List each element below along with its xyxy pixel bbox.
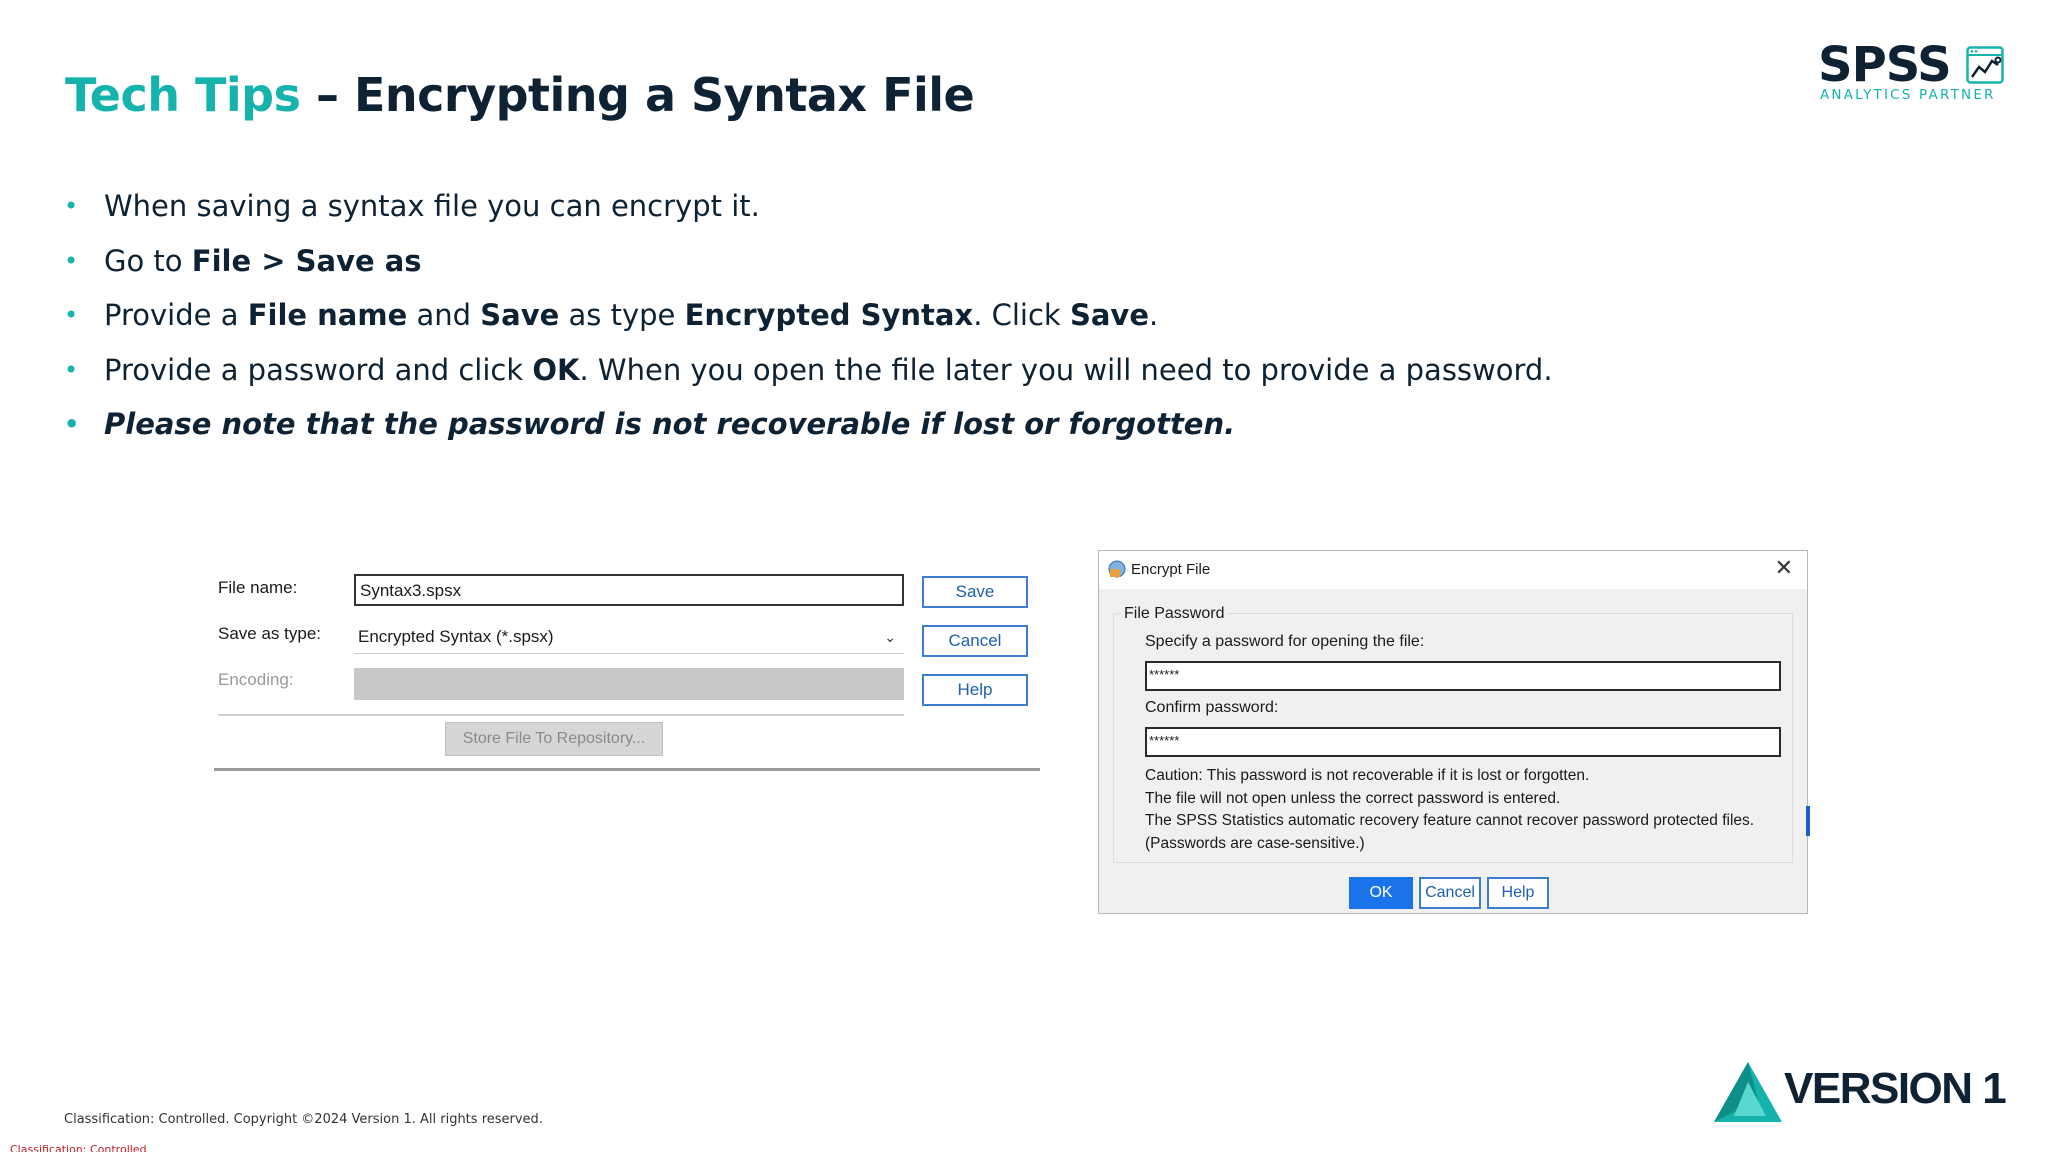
dialog-title: Encrypt File xyxy=(1131,561,1211,578)
spss-analytics-partner-logo: SPSS ANALYTICS PARTNER xyxy=(1818,40,2008,110)
title-accent: Tech Tips xyxy=(65,68,301,122)
bullet-dot-icon: • xyxy=(64,301,79,329)
save-as-type-value: Encrypted Syntax (*.spsx) xyxy=(358,627,554,646)
password-field[interactable]: ****** xyxy=(1145,661,1781,691)
chevron-down-icon[interactable]: ⌄ xyxy=(884,622,896,652)
specify-password-label: Specify a password for opening the file: xyxy=(1145,633,1425,650)
bullet-bold-text: File > Save as xyxy=(191,243,422,278)
bullet-text: Go to xyxy=(104,243,192,278)
bullet-text: . When you open the file later you will … xyxy=(579,352,1553,387)
encrypt-file-dialog-screenshot: Encrypt File ✕ File Password Specify a p… xyxy=(1098,550,1810,914)
cancel-button[interactable]: Cancel xyxy=(922,625,1028,657)
bullet-text: as type xyxy=(559,298,685,332)
bullet-bold-text: Save xyxy=(1069,298,1149,332)
bullet-bold-text: File name xyxy=(247,298,408,332)
bullet-text: . Click xyxy=(973,298,1070,332)
caution-line: The file will not open unless the correc… xyxy=(1145,789,1561,807)
tip-bullet: • Go to File > Save as xyxy=(62,239,1553,294)
bullet-bold-text: OK xyxy=(532,352,580,387)
file-name-field[interactable]: Syntax3.spsx xyxy=(354,574,904,606)
version-1-logo: VERSION 1 xyxy=(1712,1060,2012,1130)
save-as-type-select[interactable]: Encrypted Syntax (*.spsx) ⌄ xyxy=(354,622,904,654)
bullet-text: Provide a xyxy=(104,298,248,332)
close-icon[interactable]: ✕ xyxy=(1775,555,1793,581)
encoding-field xyxy=(354,668,904,700)
bullet-bold-text: Save xyxy=(480,298,560,332)
tip-bullet: • When saving a syntax file you can encry… xyxy=(62,184,1553,239)
bullet-text: . xyxy=(1148,298,1159,332)
bullet-dot-icon: • xyxy=(64,246,79,275)
separator xyxy=(218,714,904,716)
bullet-bold-text: Encrypted Syntax xyxy=(684,298,974,332)
classification-label: Classification: Controlled xyxy=(10,1143,147,1152)
bullet-dot-icon: • xyxy=(64,355,79,384)
help-button[interactable]: Help xyxy=(1487,877,1549,909)
caution-line: The SPSS Statistics automatic recovery f… xyxy=(1145,812,1755,829)
bullet-dot-icon: • xyxy=(64,410,80,438)
save-as-dialog-screenshot: File name: Syntax3.spsx Save as type: En… xyxy=(212,560,1042,775)
tip-bullet-list: • When saving a syntax file you can encry… xyxy=(62,184,1553,457)
version-1-logo-word: VERSION 1 xyxy=(1784,1064,2007,1113)
bullet-text: Provide a password and click xyxy=(104,352,533,387)
title-rest: – Encrypting a Syntax File xyxy=(300,68,975,122)
copyright-footer: Classification: Controlled. Copyright ©2… xyxy=(64,1112,543,1127)
caution-line: Caution: This password is not recoverabl… xyxy=(1145,767,1590,784)
save-as-type-label: Save as type: xyxy=(218,624,322,643)
caution-text: Caution: This password is not recoverabl… xyxy=(1145,765,1754,855)
save-button[interactable]: Save xyxy=(922,576,1028,608)
spss-app-icon xyxy=(1108,560,1126,578)
dialog-titlebar: Encrypt File ✕ xyxy=(1099,551,1807,589)
tip-bullet: • Provide a password and click OK. When y… xyxy=(62,348,1553,403)
slide-title: Tech Tips – Encrypting a Syntax File xyxy=(65,68,975,122)
caution-line: (Passwords are case-sensitive.) xyxy=(1145,834,1365,852)
cancel-button[interactable]: Cancel xyxy=(1419,877,1481,909)
spss-logo-tagline: ANALYTICS PARTNER xyxy=(1820,87,1996,103)
tip-bullet: • Provide a File name and Save as type En… xyxy=(62,293,1553,348)
confirm-password-label: Confirm password: xyxy=(1145,699,1279,716)
bullet-text: When saving a syntax file you can encryp… xyxy=(104,189,760,223)
file-name-label: File name: xyxy=(218,578,298,597)
confirm-password-field[interactable]: ****** xyxy=(1145,727,1781,757)
bullet-dot-icon: • xyxy=(64,192,79,220)
store-file-to-repository-button[interactable]: Store File To Repository... xyxy=(445,722,663,756)
version-1-triangle-icon xyxy=(1714,1062,1782,1122)
bullet-text: Please note that the password is not rec… xyxy=(104,407,1236,441)
encoding-label: Encoding: xyxy=(218,670,294,689)
note-bullet: • Please note that the password is not re… xyxy=(62,402,1553,457)
file-password-group-label: File Password xyxy=(1121,605,1228,623)
ok-button[interactable]: OK xyxy=(1349,877,1413,909)
bullet-text: and xyxy=(407,298,481,332)
spss-logo-word: SPSS xyxy=(1818,37,1952,93)
background-window-edge xyxy=(1806,806,1810,836)
help-button[interactable]: Help xyxy=(922,674,1028,706)
analytics-chart-icon xyxy=(1966,46,2004,84)
dialog-bottom-divider xyxy=(214,768,1040,771)
